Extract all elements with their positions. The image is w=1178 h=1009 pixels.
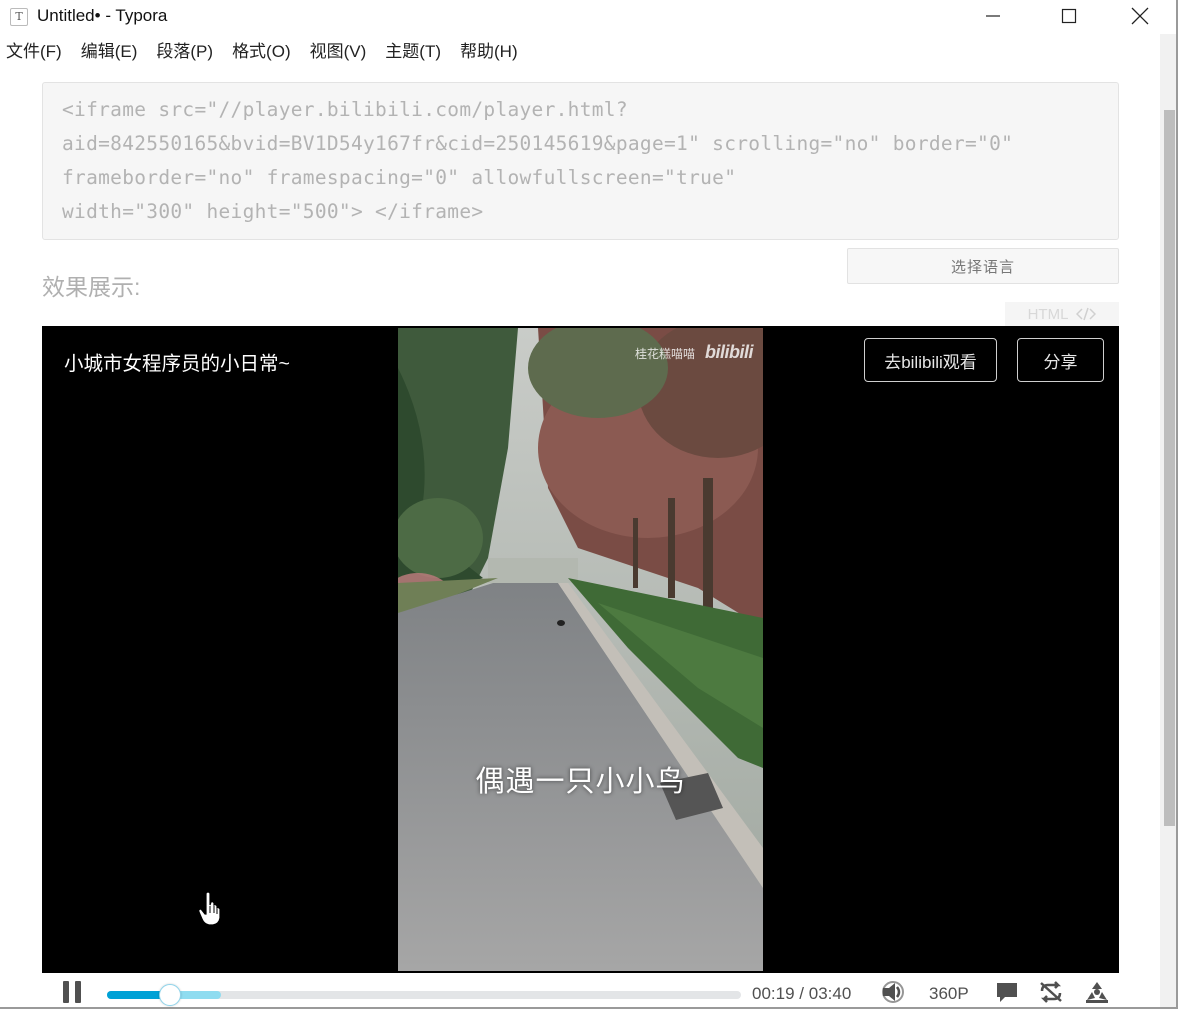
maximize-button[interactable] [1046, 0, 1092, 32]
watermark-brand: bilibili [705, 342, 754, 362]
time-total: 03:40 [808, 984, 852, 1003]
maximize-icon [1061, 8, 1077, 24]
fullscreen-button[interactable] [1082, 977, 1112, 1007]
close-button[interactable] [1117, 0, 1163, 32]
menu-file[interactable]: 文件(F) [6, 38, 62, 66]
loop-button[interactable] [1036, 977, 1066, 1007]
minimize-button[interactable] [970, 0, 1016, 32]
scrollbar-thumb[interactable] [1164, 110, 1175, 826]
danmaku-button[interactable] [992, 977, 1022, 1007]
typora-app-icon: T [10, 8, 28, 26]
progress-handle[interactable] [159, 984, 182, 1006]
menu-view[interactable]: 视图(V) [310, 38, 367, 66]
video-scene-image [398, 328, 763, 971]
volume-icon [882, 981, 904, 1003]
video-watermark: 桂花糕喵喵 bilibili [635, 342, 754, 363]
video-frame[interactable]: 桂花糕喵喵 bilibili 偶遇一只小小鸟 [398, 328, 763, 971]
code-line: width="300" height="500"> </iframe> [62, 200, 484, 223]
time-separator: / [799, 984, 805, 1003]
menu-theme[interactable]: 主题(T) [385, 38, 441, 66]
code-line: <iframe src="//player.bilibili.com/playe… [62, 98, 628, 121]
menu-paragraph[interactable]: 段落(P) [156, 38, 213, 66]
window-title: Untitled• - Typora [37, 6, 168, 25]
watch-on-bilibili-button[interactable]: 去bilibili观看 [864, 338, 997, 382]
code-block[interactable]: <iframe src="//player.bilibili.com/playe… [42, 82, 1119, 240]
menu-help[interactable]: 帮助(H) [460, 38, 518, 66]
pause-icon [63, 981, 81, 1003]
bilibili-player[interactable]: 小城市女程序员的小日常~ 去bilibili观看 分享 桂花糕喵喵 bilibi… [42, 326, 1119, 973]
time-display: 00:19 / 03:40 [752, 984, 851, 1004]
time-current: 00:19 [752, 984, 795, 1003]
danmaku-icon [997, 983, 1017, 1002]
section-label: 效果展示: [42, 274, 141, 300]
typora-window: T Untitled• - Typora 文件(F) 编辑(E) 段落(P) 格… [0, 0, 1178, 1009]
close-icon [1131, 7, 1149, 25]
minimize-icon [986, 15, 1000, 17]
html-block-tag[interactable]: HTML [1005, 302, 1119, 326]
player-controls: 00:19 / 03:40 360P [42, 977, 1119, 1007]
title-bar: T Untitled• - Typora [0, 0, 1176, 34]
quality-selector[interactable]: 360P [929, 984, 969, 1004]
watermark-user: 桂花糕喵喵 [635, 347, 696, 361]
code-line: frameborder="no" framespacing="0" allowf… [62, 166, 737, 189]
loop-icon [1040, 981, 1062, 1003]
menu-format[interactable]: 格式(O) [232, 38, 291, 66]
hand-pointer-icon [198, 891, 221, 926]
menu-edit[interactable]: 编辑(E) [81, 38, 138, 66]
video-subtitle: 偶遇一只小小鸟 [475, 766, 686, 798]
share-button[interactable]: 分享 [1017, 338, 1104, 382]
volume-button[interactable] [878, 977, 908, 1007]
fullscreen-icon [1086, 982, 1108, 1003]
menu-bar: 文件(F) 编辑(E) 段落(P) 格式(O) 视图(V) 主题(T) 帮助(H… [0, 38, 531, 66]
progress-bar[interactable] [107, 984, 741, 1006]
language-select-input[interactable]: 选择语言 [847, 248, 1119, 284]
code-icon [1076, 307, 1097, 321]
pause-button[interactable] [56, 977, 88, 1007]
html-tag-label: HTML [1027, 305, 1069, 323]
code-line: aid=842550165&bvid=BV1D54y167fr&cid=2501… [62, 132, 1014, 155]
video-title[interactable]: 小城市女程序员的小日常~ [64, 347, 290, 376]
